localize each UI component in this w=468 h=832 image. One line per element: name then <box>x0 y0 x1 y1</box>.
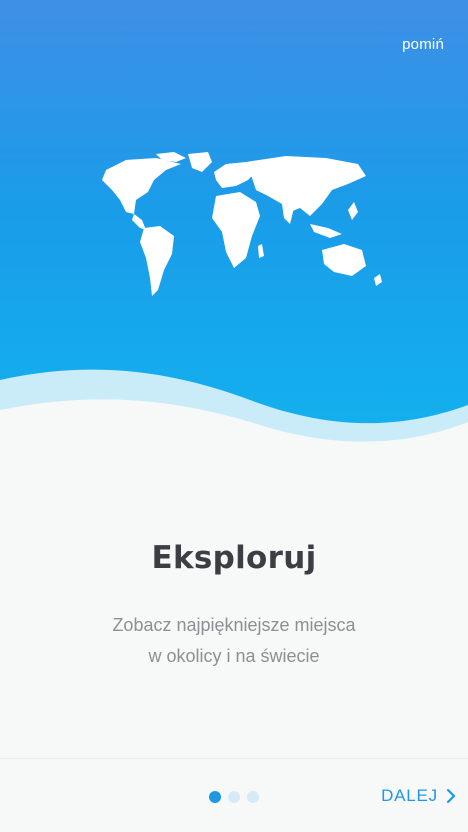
subtitle-line-2: w okolicy i na świecie <box>148 646 320 666</box>
skip-button[interactable]: pomiń <box>402 36 444 53</box>
next-button[interactable]: DALEJ <box>381 786 456 806</box>
next-button-label: DALEJ <box>381 786 438 805</box>
page-indicator <box>209 791 259 803</box>
footer-divider <box>0 758 468 759</box>
page-subtitle: Zobacz najpiękniejsze miejsca w okolicy … <box>64 610 404 672</box>
page-dot-2[interactable] <box>228 791 240 803</box>
world-map-icon <box>102 152 382 296</box>
page-title: Eksploruj <box>151 540 317 576</box>
page-dot-3[interactable] <box>247 791 259 803</box>
chevron-right-icon <box>446 788 456 804</box>
subtitle-line-1: Zobacz najpiękniejsze miejsca <box>112 615 356 635</box>
page-dot-1[interactable] <box>209 791 221 803</box>
hero-banner: pomiń <box>0 0 468 470</box>
onboarding-content: Eksploruj Zobacz najpiękniejsze miejsca … <box>0 520 468 672</box>
wave-divider <box>0 369 468 470</box>
